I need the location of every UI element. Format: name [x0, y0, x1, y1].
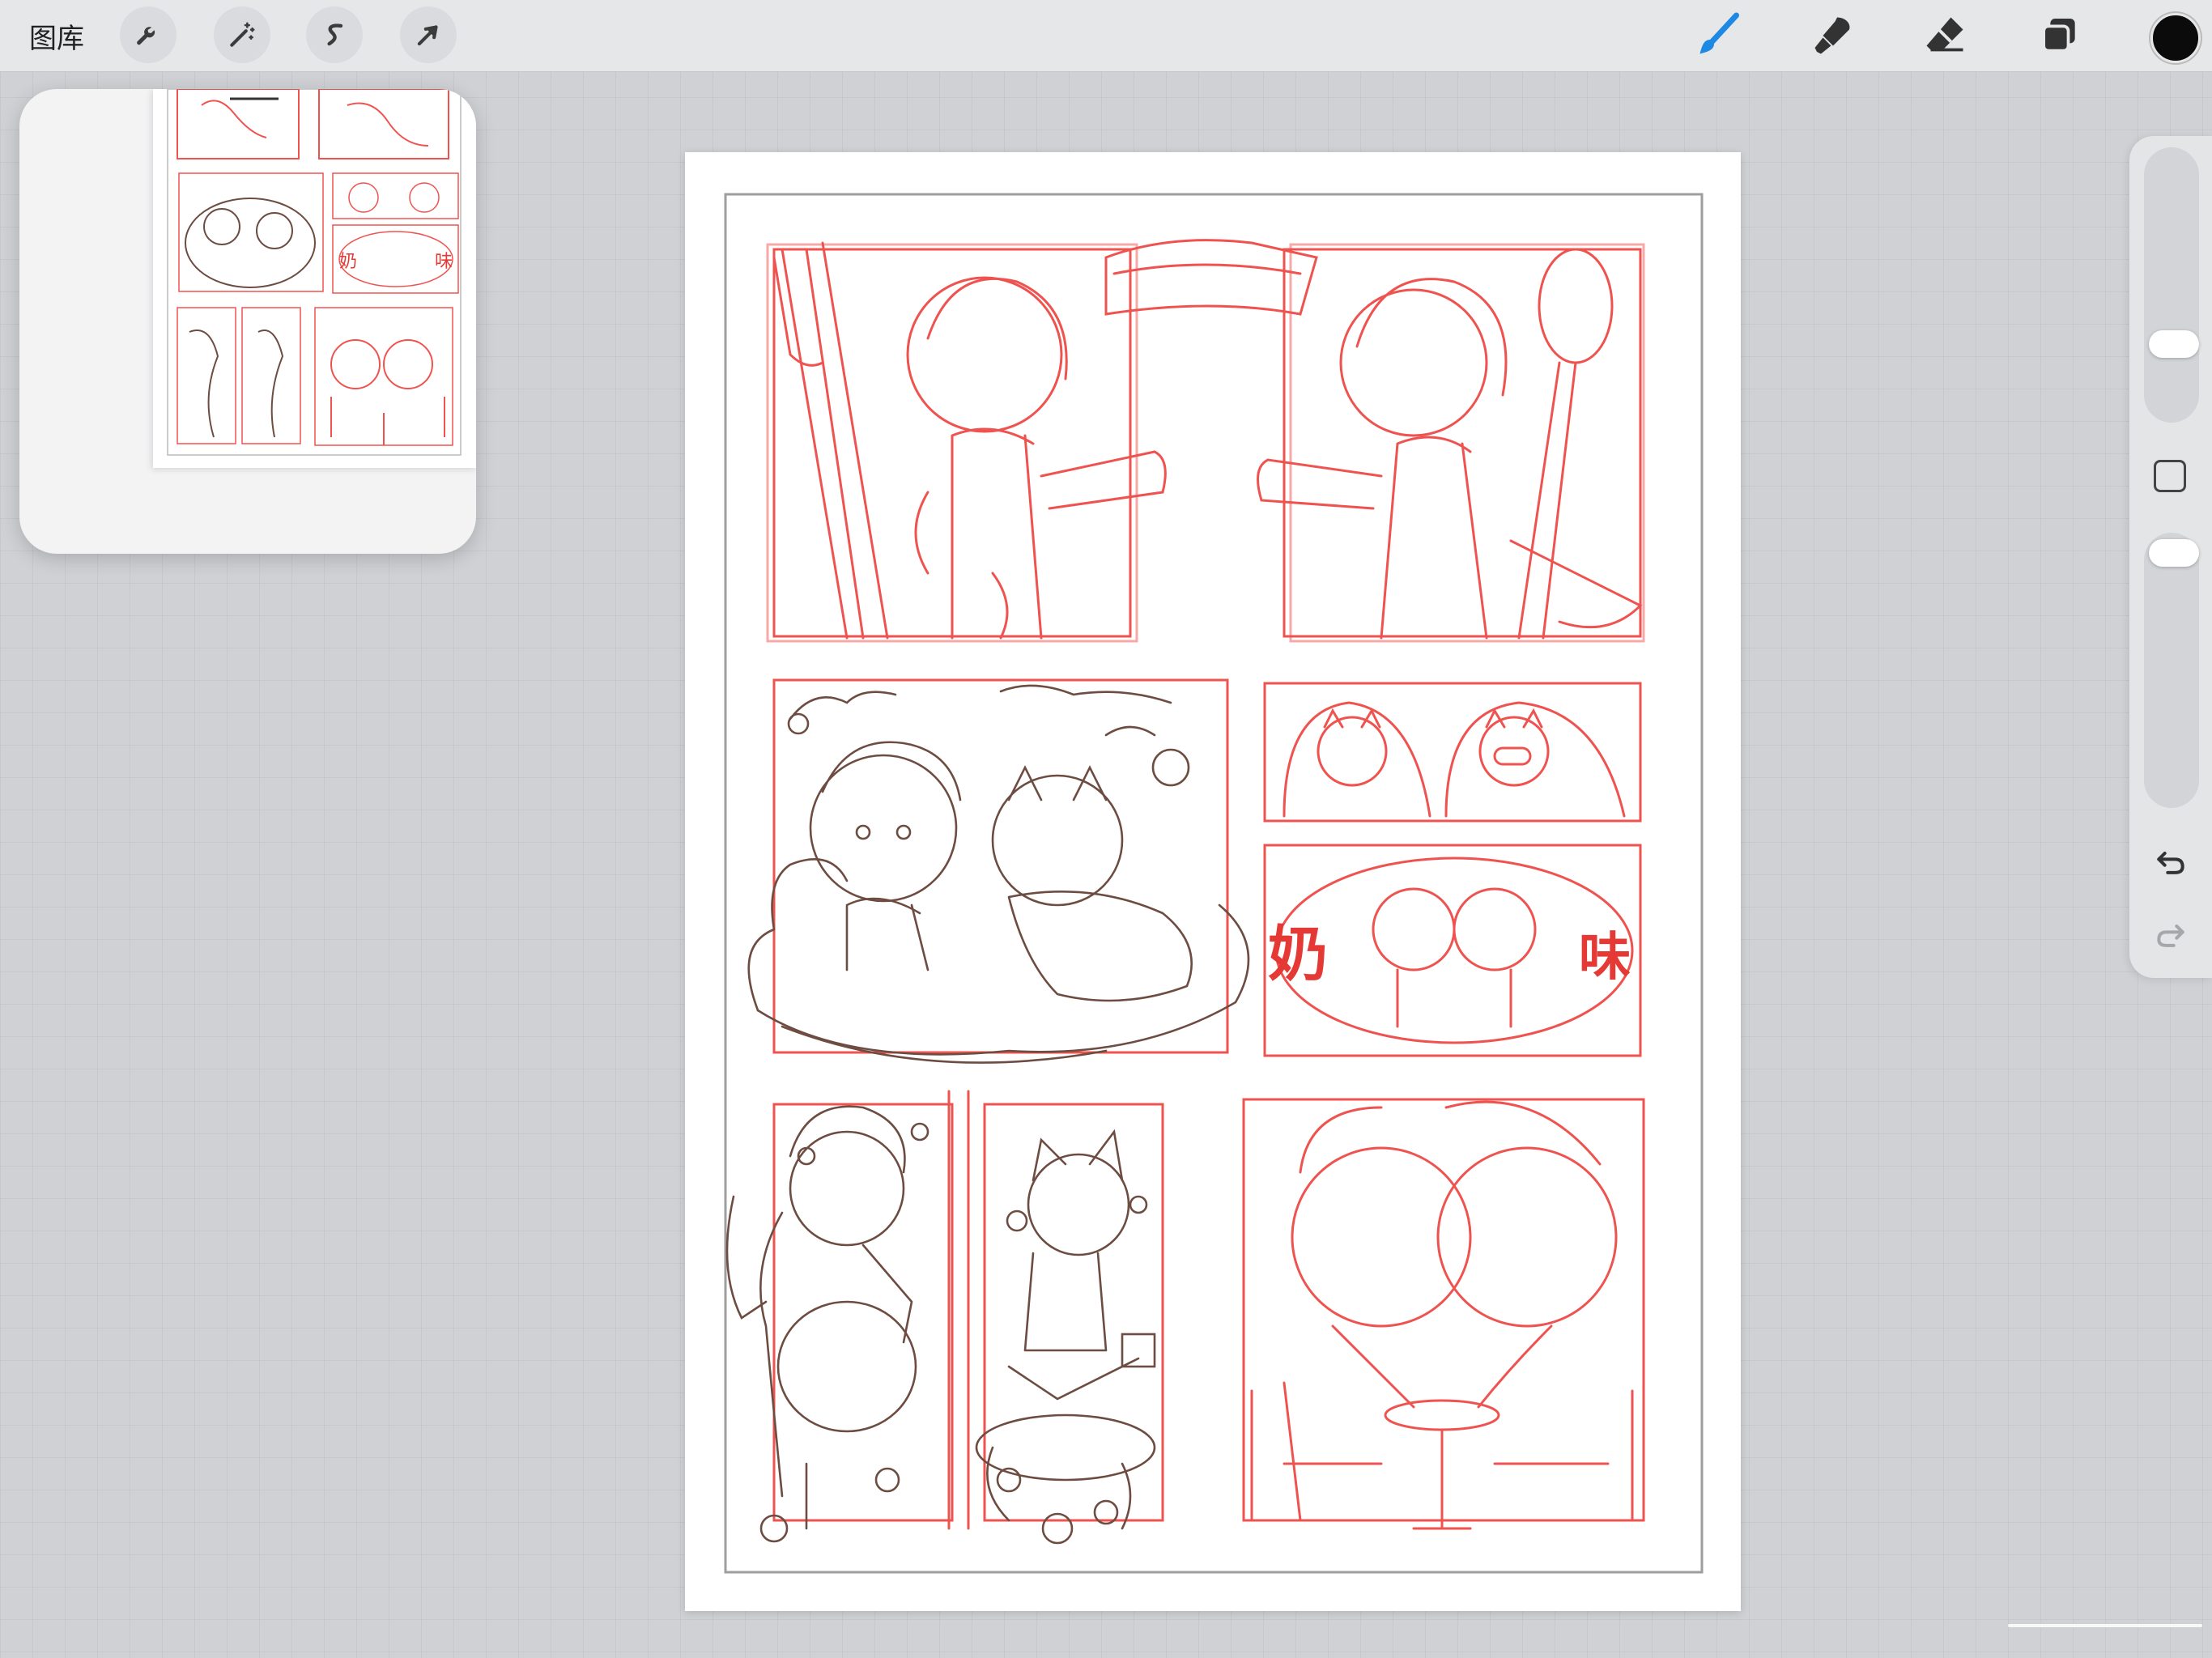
redo-icon: [2157, 924, 2184, 947]
reference-red-text-2: 味: [435, 252, 453, 272]
top-toolbar: 图库: [0, 0, 2212, 72]
selection-s-icon: [327, 23, 343, 46]
brush-icon: [1699, 12, 1739, 54]
reference-thumbnail: 奶 味: [153, 89, 476, 468]
canvas-red-text-2: 味: [1579, 928, 1631, 988]
eraser-icon: [1926, 17, 1963, 52]
opacity-slider[interactable]: [2144, 533, 2199, 808]
reference-window[interactable]: 奶 味: [19, 89, 476, 554]
modify-button[interactable]: [2154, 460, 2186, 492]
redo-button[interactable]: [2150, 915, 2191, 955]
layers-button[interactable]: [2029, 5, 2091, 66]
wrench-icon: [137, 27, 155, 45]
color-swatch-button[interactable]: [2150, 13, 2201, 63]
undo-button[interactable]: [2150, 842, 2191, 882]
home-indicator[interactable]: [2008, 1624, 2202, 1627]
right-sidebar: [2129, 136, 2212, 978]
adjustments-button[interactable]: [214, 6, 270, 63]
layers-icon: [2042, 19, 2075, 53]
actions-button[interactable]: [120, 6, 177, 63]
transform-button[interactable]: [400, 6, 457, 63]
canvas-red-text-1: 奶: [1268, 920, 1328, 989]
undo-icon: [2157, 851, 2184, 874]
arrow-cursor-icon: [417, 25, 438, 46]
smudge-icon: [1814, 17, 1850, 54]
opacity-knob[interactable]: [2149, 539, 2199, 567]
reference-sketch-image: 奶 味: [167, 89, 462, 456]
selection-button[interactable]: [306, 6, 363, 63]
eraser-tool-button[interactable]: [1914, 5, 1976, 66]
brush-tool-button[interactable]: [1687, 5, 1749, 66]
drawing-canvas[interactable]: 奶 味: [685, 152, 1741, 1611]
gallery-button[interactable]: 图库: [29, 16, 84, 56]
magic-wand-icon: [230, 22, 255, 47]
reference-red-text-1: 奶: [339, 252, 357, 272]
brush-size-knob[interactable]: [2149, 330, 2199, 358]
brush-size-slider[interactable]: [2144, 147, 2199, 423]
comic-sketch-artwork: 奶 味: [724, 193, 1704, 1574]
smudge-tool-button[interactable]: [1802, 5, 1864, 66]
